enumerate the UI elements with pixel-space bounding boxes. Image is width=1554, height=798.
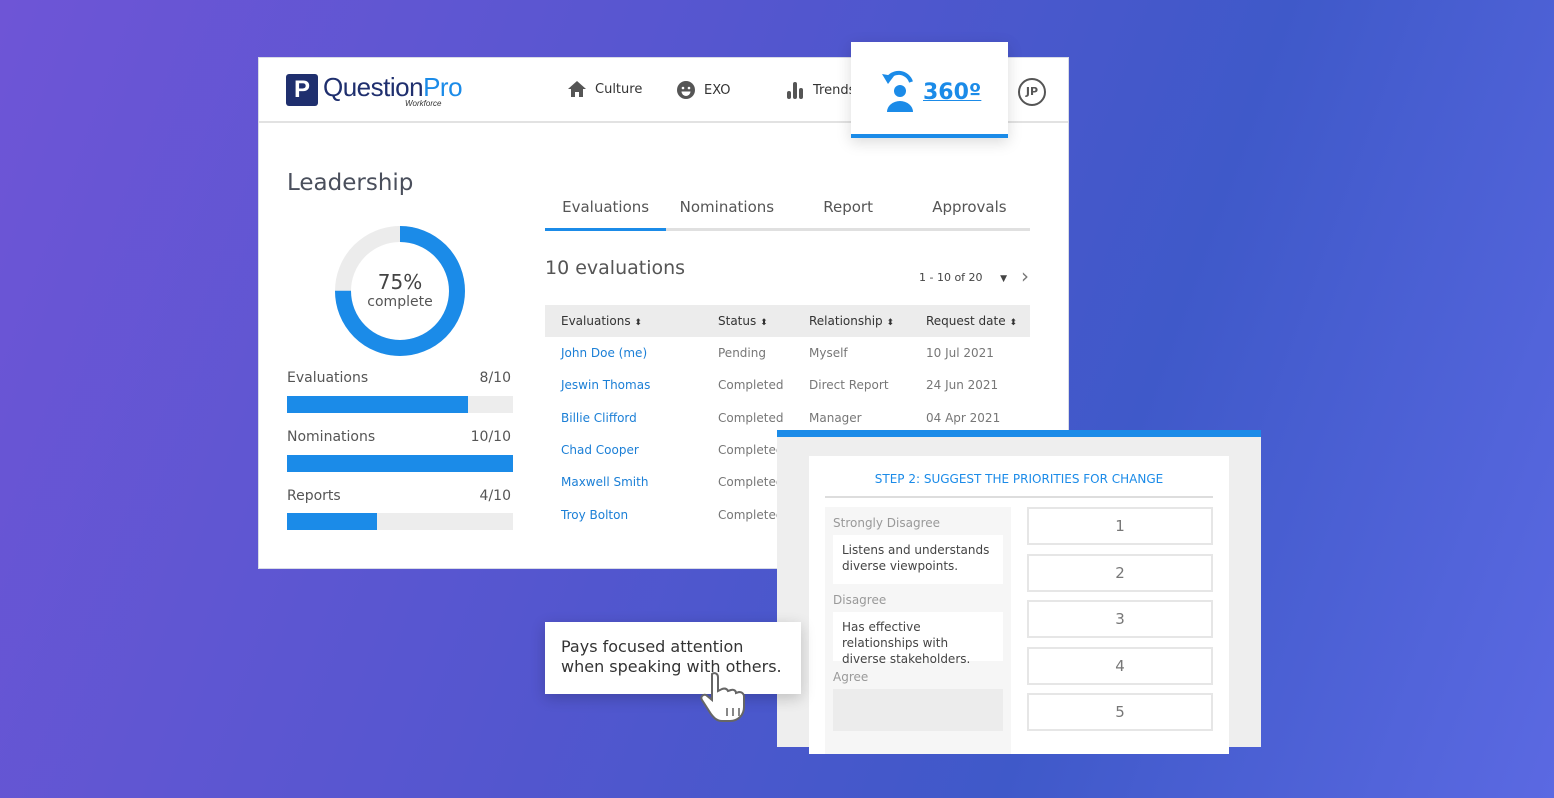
col-header[interactable]: Relationship ⬍ (809, 314, 894, 328)
progress-fill (287, 513, 378, 530)
progress-percent: 75% (377, 270, 423, 294)
group-label: Agree (833, 670, 869, 684)
pager-range: 1 - 10 of 20 (919, 271, 983, 284)
logo-name: Question (323, 72, 424, 102)
pager[interactable]: 1 - 10 of 20 ▼ › (919, 262, 1029, 288)
evaluation-count: 10 evaluations (545, 257, 686, 279)
progress-fill (287, 396, 468, 413)
sort-icon: ⬍ (886, 318, 895, 328)
response-groups: Strongly Disagree Listens and understand… (825, 507, 1011, 754)
evaluatee-link[interactable]: Billie Clifford (561, 411, 637, 425)
tab-evaluations[interactable]: Evaluations (545, 198, 667, 231)
table-header: Evaluations ⬍ Status ⬍ Relationship ⬍ Re… (545, 305, 1030, 337)
rank-slot[interactable]: 2 (1027, 554, 1213, 592)
evaluatee-link[interactable]: Troy Bolton (561, 508, 628, 522)
request-date: 04 Apr 2021 (926, 410, 1001, 425)
evaluatee-link[interactable]: Jeswin Thomas (561, 378, 650, 392)
status: Pending (718, 346, 766, 360)
nominations-progress-bar (287, 455, 513, 472)
col-header[interactable]: Status ⬍ (718, 314, 768, 328)
rank-slot[interactable]: 5 (1027, 693, 1213, 731)
request-date: 24 Jun 2021 (926, 378, 999, 393)
sort-icon: ⬍ (634, 318, 642, 328)
nav-label: EXO (704, 82, 731, 98)
status: Completed (718, 442, 784, 457)
divider (825, 496, 1213, 498)
rank-slot[interactable]: 4 (1027, 647, 1213, 685)
group-label: Strongly Disagree (833, 516, 941, 530)
relationship: Myself (809, 346, 848, 360)
tabs: Evaluations Nominations Report Approvals (545, 198, 1030, 231)
reports-progress-bar (287, 513, 513, 530)
360-badge[interactable]: 360º (851, 42, 1008, 138)
progress-fill (287, 455, 513, 472)
sort-icon: ⬍ (760, 318, 768, 328)
evaluations-progress-bar (287, 396, 513, 413)
step-title: STEP 2: SUGGEST THE PRIORITIES FOR CHANG… (874, 472, 1164, 486)
smiley-icon (677, 81, 695, 99)
relationship: Manager (809, 410, 862, 425)
progress-sub: complete (367, 294, 433, 310)
nav-exo[interactable]: EXO (676, 80, 731, 100)
dragged-item[interactable]: Pays focused attention when speaking wit… (545, 622, 801, 694)
nav-culture[interactable]: Culture (567, 80, 642, 98)
nav-label: Culture (595, 81, 643, 97)
bar-value: 10/10 (470, 429, 511, 445)
evaluatee-link[interactable]: Maxwell Smith (561, 475, 648, 489)
chevron-right-icon[interactable]: › (1021, 264, 1029, 288)
drop-zone[interactable] (833, 689, 1003, 731)
group-label: Disagree (833, 593, 887, 607)
tab-nominations[interactable]: Nominations (666, 198, 787, 231)
status: Completed (718, 378, 784, 393)
evaluatee-link[interactable]: Chad Cooper (561, 443, 639, 457)
page-title: Leadership (287, 170, 414, 196)
draggable-item[interactable]: Has effective relationships with diverse… (833, 612, 1003, 666)
survey-card: STEP 2: SUGGEST THE PRIORITIES FOR CHANG… (777, 430, 1261, 754)
request-date: 10 Jul 2021 (926, 346, 994, 360)
table-row[interactable]: John Doe (me) Pending Myself 10 Jul 2021 (545, 337, 1030, 369)
bar-label: Reports (287, 488, 341, 504)
survey-panel: STEP 2: SUGGEST THE PRIORITIES FOR CHANG… (809, 456, 1229, 754)
table-row[interactable]: Billie Clifford Completed Manager 04 Apr 20… (545, 402, 1030, 434)
rank-slot[interactable]: 3 (1027, 600, 1213, 638)
bar-value: 8/10 (479, 370, 511, 386)
evaluatee-link[interactable]: John Doe (me) (561, 346, 647, 360)
status: Completed (718, 410, 784, 425)
avatar[interactable]: JP (1018, 78, 1046, 106)
sort-icon: ⬍ (1009, 318, 1017, 328)
logo-sub: Workforce (405, 99, 442, 108)
logo-icon: P (286, 74, 318, 106)
hand-cursor-icon (700, 672, 745, 722)
logo-name-pro: Pro (423, 72, 463, 102)
home-icon (568, 81, 586, 97)
status: Completed (718, 475, 784, 490)
col-header[interactable]: Evaluations ⬍ (561, 314, 642, 328)
status: Completed (718, 507, 784, 522)
person-rotate-icon (882, 70, 913, 112)
col-header[interactable]: Request date ⬍ (926, 314, 1017, 328)
tab-report[interactable]: Report (788, 198, 909, 231)
nav-label: Trends (813, 82, 856, 98)
bar-value: 4/10 (479, 488, 511, 504)
nav-trends[interactable]: Trends (785, 80, 855, 100)
bar-label: Evaluations (287, 370, 369, 386)
bar-chart-icon (787, 82, 803, 99)
360-label: 360º (923, 80, 982, 105)
bar-label: Nominations (287, 429, 376, 445)
tab-approvals[interactable]: Approvals (909, 198, 1030, 231)
caret-down-icon[interactable]: ▼ (1000, 274, 1007, 284)
draggable-item[interactable]: Listens and understands diverse viewpoin… (833, 535, 1003, 584)
rank-slot[interactable]: 1 (1027, 507, 1213, 545)
relationship: Direct Report (809, 378, 889, 393)
table-row[interactable]: Jeswin Thomas Completed Direct Report 24 Ju… (545, 369, 1030, 401)
